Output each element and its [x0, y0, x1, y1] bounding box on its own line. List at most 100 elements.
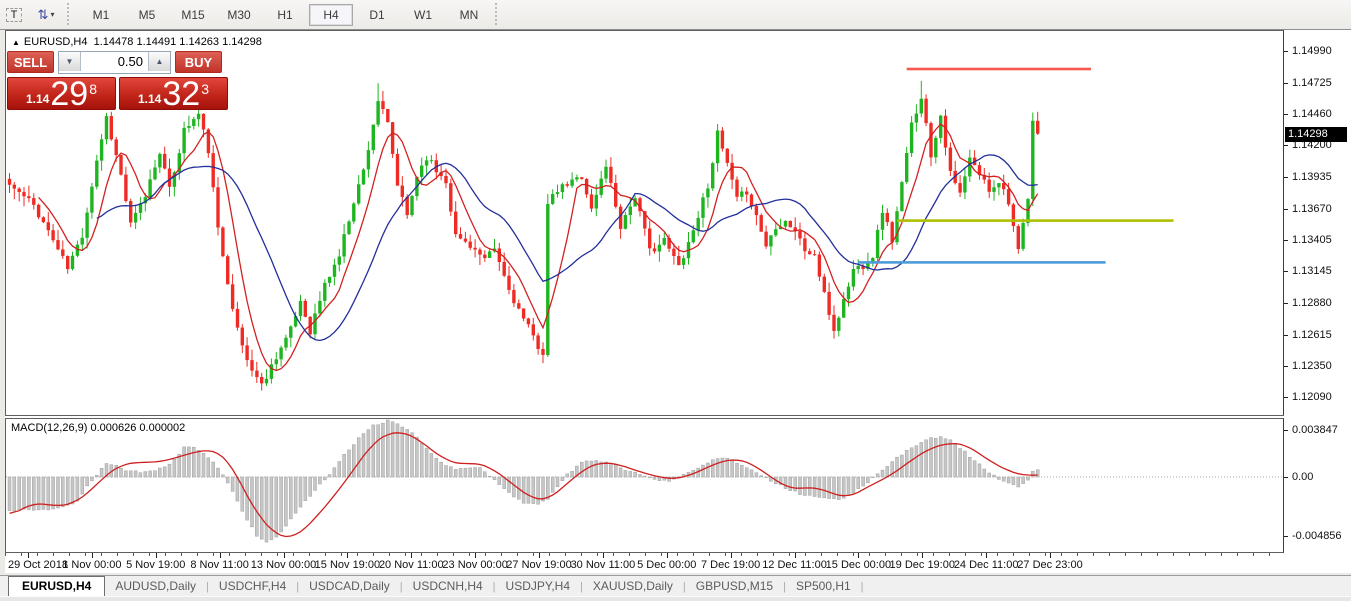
- macd-tick: [1284, 430, 1288, 431]
- macd-tick-label: 0.00: [1292, 471, 1313, 483]
- timeframe-button-m1[interactable]: M1: [79, 4, 123, 26]
- time-tick: [347, 553, 348, 558]
- macd-tick-label: -0.004856: [1292, 530, 1342, 542]
- arrows-tool[interactable]: ⇅ ▾: [29, 4, 63, 26]
- current-price-badge: 1.14298: [1285, 127, 1347, 142]
- timeframe-button-d1[interactable]: D1: [355, 4, 399, 26]
- price-tick-label: 1.13405: [1292, 234, 1332, 246]
- time-tick: [795, 553, 796, 558]
- time-scale[interactable]: 29 Oct 20181 Nov 00:005 Nov 19:008 Nov 1…: [5, 553, 1284, 573]
- price-tick: [1284, 83, 1288, 84]
- chart-tab-xauusd-daily[interactable]: XAUUSD,Daily: [583, 577, 683, 596]
- price-tick-label: 1.14460: [1292, 108, 1332, 120]
- time-tick: [284, 553, 285, 558]
- price-tick: [1284, 366, 1288, 367]
- macd-tick-label: 0.003847: [1292, 424, 1338, 436]
- macd-tick: [1284, 477, 1288, 478]
- timeframe-button-m15[interactable]: M15: [171, 4, 215, 26]
- time-tick-label: 30 Nov 11:00: [571, 559, 636, 571]
- timeframe-button-mn[interactable]: MN: [447, 4, 491, 26]
- time-tick: [731, 553, 732, 558]
- time-tick-label: 20 Nov 11:00: [379, 559, 444, 571]
- price-tick: [1284, 271, 1288, 272]
- time-tick: [603, 553, 604, 558]
- chart-tab-sp500-h1[interactable]: SP500,H1: [786, 577, 861, 596]
- buy-pips: 32: [162, 79, 200, 109]
- time-tick-label: 5 Dec 00:00: [637, 559, 696, 571]
- ohlc-high: 1.14491: [136, 36, 176, 48]
- sell-big-figure: 1.14: [26, 92, 49, 106]
- volume-increase-button[interactable]: ▲: [148, 52, 170, 71]
- price-scale[interactable]: 1.149901.147251.144601.142001.139351.136…: [1284, 30, 1351, 573]
- price-tick: [1284, 303, 1288, 304]
- timeframe-button-m30[interactable]: M30: [217, 4, 261, 26]
- time-tick-label: 19 Dec 19:00: [890, 559, 955, 571]
- collapse-panel-icon[interactable]: ▲: [12, 38, 20, 47]
- time-tick-label: 23 Nov 00:00: [442, 559, 507, 571]
- sell-price-button[interactable]: 1.14 29 8: [7, 77, 116, 110]
- chart-tab-gbpusd-m15[interactable]: GBPUSD,M15: [686, 577, 783, 596]
- price-tick-label: 1.13935: [1292, 171, 1332, 183]
- time-tick: [411, 553, 412, 558]
- volume-input[interactable]: [81, 52, 148, 71]
- time-tick: [922, 553, 923, 558]
- tab-separator: |: [861, 581, 864, 596]
- price-tick: [1284, 51, 1288, 52]
- sell-pipette: 8: [89, 81, 97, 97]
- buy-big-figure: 1.14: [138, 92, 161, 106]
- chart-tab-usdchf-h4[interactable]: USDCHF,H4: [209, 577, 296, 596]
- time-tick: [858, 553, 859, 558]
- timeframe-button-m5[interactable]: M5: [125, 4, 169, 26]
- time-tick-label: 7 Dec 19:00: [701, 559, 760, 571]
- macd-tick: [1284, 536, 1288, 537]
- price-tick-label: 1.12090: [1292, 391, 1332, 403]
- timeframe-button-w1[interactable]: W1: [401, 4, 445, 26]
- time-tick: [1050, 553, 1051, 558]
- time-tick-label: 15 Dec 00:00: [826, 559, 891, 571]
- timeframe-toolbar: M1M5M15M30H1H4D1W1MN: [78, 4, 492, 26]
- chart-tab-bar: EURUSD,H4AUDUSD,Daily|USDCHF,H4|USDCAD,D…: [0, 575, 1351, 596]
- price-tick-label: 1.13145: [1292, 265, 1332, 277]
- price-tick-label: 1.14725: [1292, 77, 1332, 89]
- price-tick: [1284, 335, 1288, 336]
- chart-tab-audusd-daily[interactable]: AUDUSD,Daily: [105, 577, 206, 596]
- price-tick: [1284, 397, 1288, 398]
- macd-chart[interactable]: [6, 419, 1283, 552]
- macd-label: MACD(12,26,9) 0.000626 0.000002: [11, 422, 185, 434]
- time-tick-label: 8 Nov 11:00: [190, 559, 249, 571]
- buy-button[interactable]: BUY: [175, 51, 222, 73]
- top-toolbar: T ⇅ ▾ M1M5M15M30H1H4D1W1MN: [0, 0, 1351, 30]
- arrows-icon: ⇅: [38, 7, 49, 23]
- time-scale-minor-ticks: [5, 553, 1284, 556]
- timeframe-button-h1[interactable]: H1: [263, 4, 307, 26]
- text-tool-icon: T: [6, 8, 23, 22]
- chart-title: ▲EURUSD,H4 1.14478 1.14491 1.14263 1.142…: [12, 36, 262, 48]
- time-tick: [220, 553, 221, 558]
- buy-price-button[interactable]: 1.14 32 3: [119, 77, 228, 110]
- ohlc-open: 1.14478: [94, 36, 134, 48]
- volume-decrease-button[interactable]: ▼: [59, 52, 81, 71]
- time-tick: [475, 553, 476, 558]
- time-tick-label: 5 Nov 19:00: [126, 559, 185, 571]
- timeframe-button-h4[interactable]: H4: [309, 4, 353, 26]
- ohlc-close: 1.14298: [222, 36, 262, 48]
- sell-button[interactable]: SELL: [7, 51, 54, 73]
- toolbar-separator: [67, 3, 69, 27]
- chart-tab-usdcad-daily[interactable]: USDCAD,Daily: [299, 577, 400, 596]
- price-tick-label: 1.12615: [1292, 329, 1332, 341]
- volume-stepper: ▼ ▲: [58, 51, 171, 74]
- chart-tab-usdcnh-h4[interactable]: USDCNH,H4: [403, 577, 493, 596]
- chart-tab-eurusd-h4[interactable]: EURUSD,H4: [8, 576, 105, 597]
- main-chart-pane[interactable]: ▲EURUSD,H4 1.14478 1.14491 1.14263 1.142…: [5, 30, 1284, 415]
- trade-panel-controls: SELL ▼ ▲ BUY: [7, 51, 222, 74]
- time-tick-label: 13 Nov 00:00: [251, 559, 316, 571]
- chart-tab-usdjpy-h4[interactable]: USDJPY,H4: [496, 577, 580, 596]
- time-tick: [539, 553, 540, 558]
- time-tick-label: 24 Dec 11:00: [954, 559, 1019, 571]
- time-tick-label: 27 Dec 23:00: [1017, 559, 1082, 571]
- price-tick-label: 1.14990: [1292, 45, 1332, 57]
- macd-indicator-pane[interactable]: MACD(12,26,9) 0.000626 0.000002: [5, 419, 1284, 553]
- text-label-tool[interactable]: T: [1, 4, 27, 26]
- time-tick-label: 15 Nov 19:00: [315, 559, 380, 571]
- price-tick: [1284, 114, 1288, 115]
